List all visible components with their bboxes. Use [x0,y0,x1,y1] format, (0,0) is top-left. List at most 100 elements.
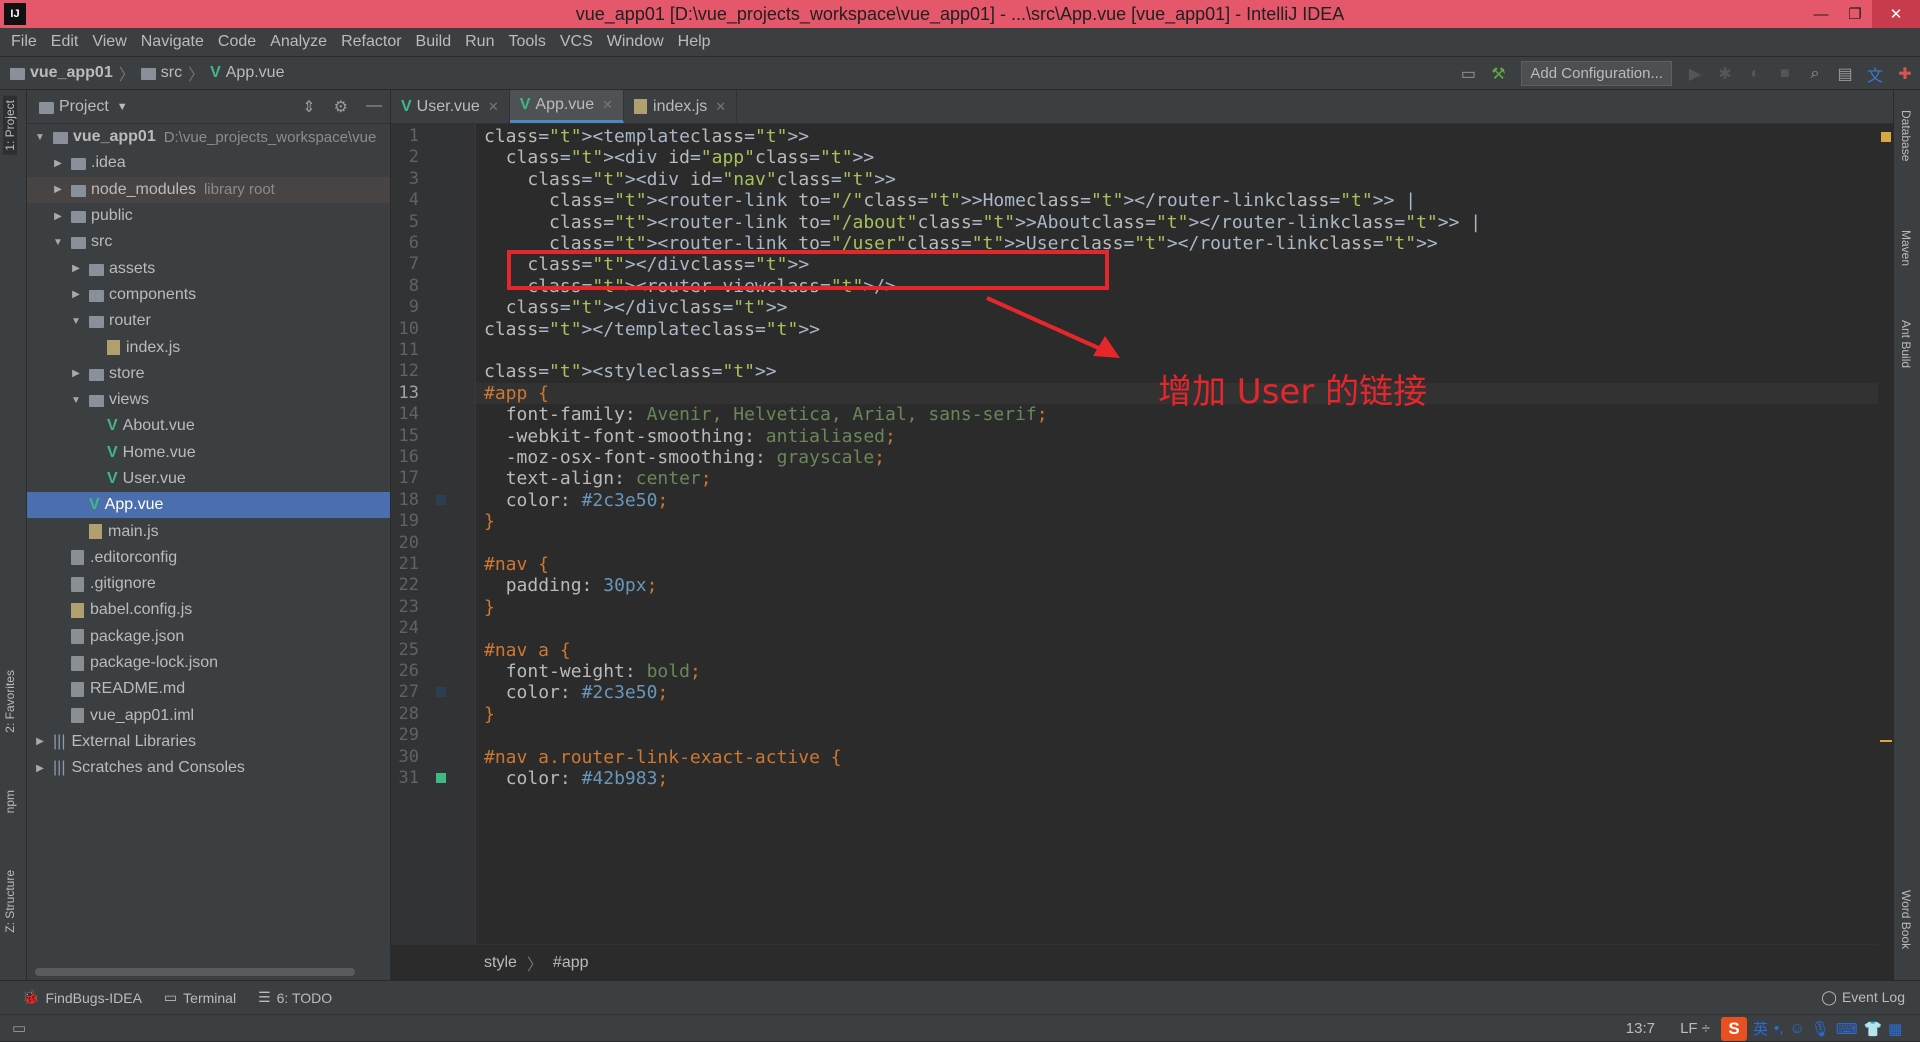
tree-item[interactable]: ▶ node_modules library root [27,176,390,203]
expand-arrow-icon[interactable]: ▼ [51,237,65,248]
horizontal-scrollbar[interactable] [35,968,355,976]
tree-item[interactable]: ▶ ||| Scratches and Consoles [27,755,390,781]
code-line[interactable]: class="t"><router-link to="/about"class=… [484,212,1481,233]
code-line[interactable]: #app { [484,383,549,404]
minimize-button[interactable]: — [1804,0,1838,28]
menu-item-run[interactable]: Run [465,33,494,51]
code-line[interactable]: } [484,511,495,532]
terminal-window-icon[interactable]: ▭ [1453,64,1483,84]
tool-window-button[interactable]: ☰ 6: TODO [258,989,332,1006]
menu-item-code[interactable]: Code [218,33,256,51]
nav-project[interactable]: vue_app01 [30,64,113,82]
code-line[interactable]: text-align: center; [484,468,712,489]
add-configuration-button[interactable]: Add Configuration... [1521,61,1672,86]
code-line[interactable]: #nav a { [484,640,571,661]
collapse-arrow-icon[interactable]: ▶ [69,289,83,300]
color-swatch-icon[interactable] [436,494,446,505]
code-line[interactable]: #nav a.router-link-exact-active { [484,747,842,768]
code-line[interactable]: class="t"><templateclass="t">> [484,126,809,147]
sogou-logo-icon[interactable]: S [1721,1016,1747,1041]
tool-window-button[interactable]: 🐞 FindBugs-IDEA [22,989,142,1006]
tab-word-book-tool[interactable]: Word Book [1899,890,1913,949]
collapse-arrow-icon[interactable]: ▶ [51,211,65,222]
expand-arrow-icon[interactable]: ▼ [69,316,83,327]
punctuation-icon[interactable]: •, [1774,1020,1783,1037]
code-line[interactable]: class="t"><div id="app"class="t">> [484,147,875,168]
editor-tab[interactable]: index.js ✕ [624,90,738,123]
plugin-icon[interactable]: ✚ [1890,64,1920,84]
tree-item[interactable]: .gitignore [27,571,390,597]
tree-item[interactable]: ▶ store [27,361,390,387]
menu-item-vcs[interactable]: VCS [560,33,593,51]
tab-npm-tool[interactable]: npm [3,790,17,813]
tree-item[interactable]: ▼ views [27,387,390,413]
line-separator[interactable]: LF ÷ [1680,1020,1710,1037]
intellij-icon[interactable]: IJ [4,3,26,25]
menu-item-file[interactable]: File [11,33,37,51]
skin-icon[interactable]: 👕 [1863,1020,1882,1038]
emoji-icon[interactable]: ☺ [1789,1020,1804,1037]
tree-item[interactable]: package.json [27,624,390,650]
close-tab-icon[interactable]: ✕ [488,99,499,115]
tree-item[interactable]: .editorconfig [27,545,390,571]
tree-item[interactable]: V User.vue [27,466,390,492]
tree-item[interactable]: ▼ src [27,229,390,255]
expand-arrow-icon[interactable]: ▼ [33,132,47,143]
tree-item[interactable]: ▶ ||| External Libraries [27,729,390,755]
expand-arrow-icon[interactable]: ▼ [69,395,83,406]
nav-file[interactable]: App.vue [226,64,285,82]
project-panel-title[interactable]: Project [59,98,109,116]
code-line[interactable]: color: #2c3e50; [484,490,669,511]
menu-item-window[interactable]: Window [607,33,664,51]
vertical-scrollbar[interactable] [1878,124,1893,944]
collapse-arrow-icon[interactable]: ▶ [51,158,65,169]
tree-item[interactable]: V About.vue [27,413,390,439]
collapse-arrow-icon[interactable]: ▶ [51,184,65,195]
close-button[interactable]: ✕ [1872,0,1920,28]
code-line[interactable]: -moz-osx-font-smoothing: grayscale; [484,447,885,468]
run-icon[interactable]: ▶ [1680,64,1710,84]
tab-structure-tool[interactable]: Z: Structure [3,870,17,933]
code-line[interactable]: color: #42b983; [484,768,669,789]
tab-database-tool[interactable]: Database [1899,110,1913,161]
menu-item-tools[interactable]: Tools [508,33,545,51]
tree-item[interactable]: ▶ assets [27,255,390,281]
error-stripe-marker[interactable] [1880,740,1892,742]
tree-item[interactable]: index.js [27,334,390,360]
menu-item-build[interactable]: Build [416,33,452,51]
close-tab-icon[interactable]: ✕ [602,97,613,113]
menu-item-refactor[interactable]: Refactor [341,33,401,51]
code-line[interactable]: -webkit-font-smoothing: antialiased; [484,426,896,447]
menu-item-navigate[interactable]: Navigate [141,33,204,51]
tree-item[interactable]: ▶ components [27,282,390,308]
tree-item[interactable]: V Home.vue [27,440,390,466]
build-hammer-icon[interactable]: ⚒ [1483,64,1513,84]
editor-tab[interactable]: V User.vue ✕ [391,90,510,123]
tree-item[interactable]: ▶ public [27,203,390,229]
code-line[interactable]: class="t"></divclass="t">> [484,297,788,318]
code-line[interactable]: } [484,704,495,725]
color-swatch-icon[interactable] [436,687,446,698]
color-swatch-icon[interactable] [436,773,446,783]
keyboard-icon[interactable]: ⌨ [1836,1020,1858,1038]
collapse-arrow-icon[interactable]: ▶ [69,263,83,274]
collapse-arrow-icon[interactable]: ▶ [33,736,47,747]
maximize-button[interactable]: ❐ [1838,0,1872,28]
microphone-icon[interactable]: 🎙 [1811,1020,1830,1038]
breadcrumb-style[interactable]: style [484,954,517,972]
debug-icon[interactable]: ✱ [1710,64,1740,84]
tree-item[interactable]: V App.vue [27,492,390,519]
toolbox-icon[interactable]: ▦ [1888,1020,1902,1038]
tree-item[interactable]: package-lock.json [27,650,390,676]
close-tab-icon[interactable]: ✕ [715,99,726,115]
code-editor[interactable]: 1 2 3 4 5 6 7 8 9 10 11 12 13 14 15 16 17 18 19 20 21 22 23 24 2… [391,124,1878,944]
code-line[interactable]: } [484,597,495,618]
gear-icon[interactable]: ⚙ [334,97,348,117]
menu-item-edit[interactable]: Edit [51,33,79,51]
caret-position[interactable]: 13:7 [1626,1020,1655,1037]
tab-maven-tool[interactable]: Maven [1899,230,1913,266]
breadcrumb-app[interactable]: #app [553,954,589,972]
code-line[interactable]: class="t"></templateclass="t">> [484,319,820,340]
tool-window-button[interactable]: ▭ Terminal [164,989,236,1006]
tree-item[interactable]: README.md [27,676,390,702]
